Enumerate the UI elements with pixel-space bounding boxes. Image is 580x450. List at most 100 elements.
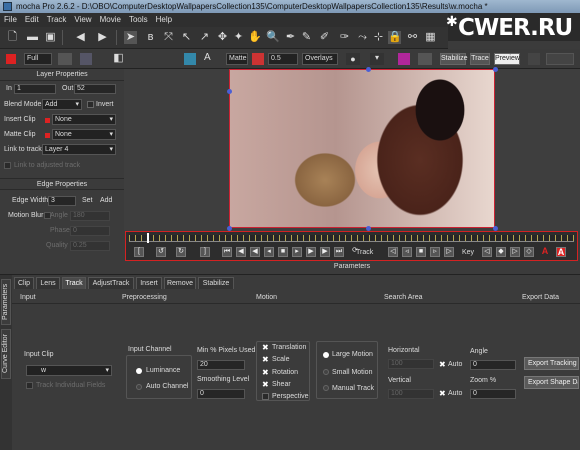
in-point-icon[interactable]: [ — [134, 247, 144, 257]
trace-button[interactable]: Trace — [470, 53, 490, 65]
smoothing-field[interactable]: 0 — [197, 389, 245, 399]
select-arrow-icon[interactable]: ➤ — [124, 31, 137, 44]
vertical-field[interactable]: 100 — [388, 389, 434, 399]
track-fields-checkbox[interactable] — [26, 382, 33, 389]
add-keyframe-icon[interactable]: ◆ — [496, 247, 506, 257]
scale-checkbox[interactable]: ✖ — [262, 356, 269, 364]
horizontal-auto-checkbox[interactable]: ✖ — [439, 361, 446, 369]
menu-track[interactable]: Track — [43, 13, 71, 27]
layers-icon[interactable] — [184, 53, 196, 65]
export-shape-data-button[interactable]: Export Shape Data... — [524, 376, 579, 389]
timeline-ruler[interactable] — [129, 233, 574, 243]
layer-icon[interactable] — [80, 53, 92, 65]
next-key-icon[interactable]: ▸ — [292, 247, 302, 257]
menu-help[interactable]: Help — [152, 13, 176, 27]
reset-out-icon[interactable]: ↻ — [176, 247, 186, 257]
in-field[interactable]: 1 — [14, 84, 56, 94]
quality-field[interactable]: 0.25 — [70, 241, 110, 251]
phase-field[interactable]: 0 — [70, 226, 110, 236]
track-prev-icon[interactable]: ◃ — [402, 247, 412, 257]
new-project-icon[interactable]: 🗋 — [6, 31, 19, 44]
matte-clip-dropdown[interactable]: None — [52, 129, 116, 140]
contrast-icon[interactable] — [418, 53, 432, 65]
spline-handle[interactable] — [227, 89, 232, 94]
node-icon[interactable]: ⊹ — [372, 31, 385, 44]
timeline[interactable]: [ ↺ ↻ ] ⏮ ◀ ◀ ◂ ■ ▸ ▶ ▶ ⏭ ⟳ Track ◁ ◃ ■ … — [125, 231, 578, 261]
menu-edit[interactable]: Edit — [21, 13, 43, 27]
export-tracking-data-button[interactable]: Export Tracking Data... — [524, 357, 579, 370]
matte-color-icon[interactable] — [252, 53, 264, 65]
overlays-dropdown[interactable]: Overlays — [302, 53, 338, 65]
menu-view[interactable]: View — [70, 13, 95, 27]
hand-icon[interactable]: ✋ — [248, 31, 262, 44]
set-button[interactable]: Set — [82, 197, 93, 204]
menu-file[interactable]: File — [0, 13, 21, 27]
add-point-icon[interactable]: ↗ — [198, 31, 211, 44]
goto-end-icon[interactable]: ⏭ — [334, 247, 344, 257]
search-angle-field[interactable]: 0 — [470, 360, 516, 370]
perspective-checkbox[interactable] — [262, 393, 269, 400]
insert-clip-dropdown[interactable]: None — [52, 114, 116, 125]
save-icon[interactable]: ▣ — [44, 31, 57, 44]
tab-stabilize[interactable]: Stabilize — [198, 277, 234, 289]
vertical-auto-checkbox[interactable]: ✖ — [439, 390, 446, 398]
edge-width-field[interactable]: 3 — [48, 196, 76, 206]
matte-dropdown[interactable]: Matte — [226, 53, 248, 65]
pen-x-icon[interactable]: ✒ — [284, 31, 297, 44]
zoom-field[interactable]: 0 — [470, 389, 516, 399]
reset-in-icon[interactable]: ↺ — [156, 247, 166, 257]
step-back-icon[interactable]: ◀ — [236, 247, 246, 257]
play-icon[interactable]: ▶ — [306, 247, 316, 257]
channel-swatch[interactable] — [58, 53, 72, 65]
prev-key-icon[interactable]: ◂ — [264, 247, 274, 257]
input-clip-dropdown[interactable]: w — [26, 365, 112, 376]
zoom-icon[interactable]: 🔍 — [266, 31, 280, 44]
color-swatch[interactable] — [6, 54, 16, 64]
min-pixels-field[interactable]: 20 — [197, 360, 245, 370]
invert-checkbox[interactable] — [87, 101, 94, 108]
move-icon[interactable]: ✥ — [216, 31, 229, 44]
track-next-icon[interactable]: ▹ — [430, 247, 440, 257]
opacity-field[interactable]: 0.5 — [268, 53, 298, 65]
link-icon[interactable]: ⚯ — [406, 31, 419, 44]
stop-icon[interactable]: ■ — [278, 247, 288, 257]
link-to-track-dropdown[interactable]: Layer 4 — [42, 144, 116, 155]
select-b-icon[interactable]: ʙ — [144, 31, 157, 44]
tab-track[interactable]: Track — [62, 277, 86, 289]
select-multi-icon[interactable]: ⤧ — [162, 31, 175, 44]
curve-icon[interactable]: ⤳ — [356, 31, 369, 44]
delete-keyframe-icon[interactable]: ◇ — [524, 247, 534, 257]
lock-icon[interactable]: 🔒 — [388, 31, 402, 44]
redo-icon[interactable]: ▶ — [96, 31, 109, 44]
tab-parameters-vertical[interactable]: Parameters — [1, 279, 11, 325]
bspline-icon[interactable]: ✑ — [338, 31, 351, 44]
goto-start-icon[interactable]: ⏮ — [222, 247, 232, 257]
out-point-icon[interactable]: ] — [200, 247, 210, 257]
luminance-radio[interactable] — [136, 368, 142, 374]
tab-remove[interactable]: Remove — [164, 277, 196, 289]
grid-icon[interactable]: ▦ — [424, 31, 437, 44]
step-forward-icon[interactable]: ▶ — [320, 247, 330, 257]
pen-add-icon[interactable]: ✐ — [318, 31, 331, 44]
undo-icon[interactable]: ◀ — [74, 31, 87, 44]
viewer[interactable] — [124, 67, 580, 231]
out-field[interactable]: 52 — [74, 84, 116, 94]
preview-button[interactable]: Preview — [494, 53, 520, 65]
spline-handle[interactable] — [366, 67, 371, 72]
track-stop-icon[interactable]: ■ — [416, 247, 426, 257]
menu-movie[interactable]: Movie — [96, 13, 125, 27]
tab-adjusttrack[interactable]: AdjustTrack — [88, 277, 134, 289]
playhead[interactable] — [146, 233, 149, 243]
manual-track-radio[interactable] — [323, 385, 329, 391]
blend-mode-dropdown[interactable]: Add — [42, 99, 82, 110]
overlay-dropdown[interactable]: ▾ — [370, 53, 384, 65]
autokey-a-icon[interactable]: A — [540, 247, 550, 257]
magenta-swatch[interactable] — [398, 53, 410, 65]
pen-b-icon[interactable]: ✎ — [300, 31, 313, 44]
pan-arrow-icon[interactable]: ↖ — [180, 31, 193, 44]
tab-lens[interactable]: Lens — [36, 277, 60, 289]
open-folder-icon[interactable]: ▬ — [26, 31, 39, 44]
play-back-icon[interactable]: ◀ — [250, 247, 260, 257]
dot-overlay-icon[interactable]: ● — [346, 53, 360, 65]
tab-clip[interactable]: Clip — [14, 277, 34, 289]
